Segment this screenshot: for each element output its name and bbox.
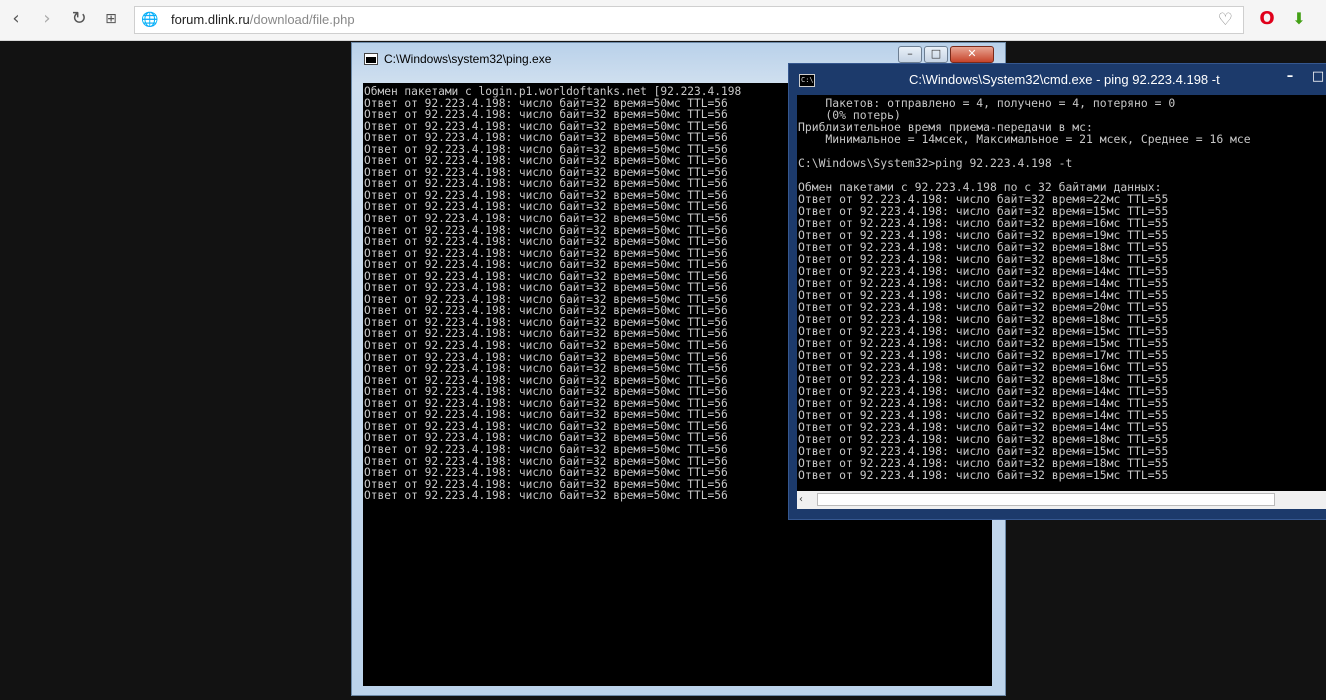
cmd-icon: C:\ bbox=[799, 74, 815, 87]
cmd-output-line: Ответ от 92.223.4.198: число байт=32 вре… bbox=[798, 467, 1169, 482]
reload-icon[interactable]: ↻ bbox=[68, 8, 90, 30]
forward-arrow-icon[interactable]: › bbox=[36, 8, 58, 30]
scrollbar-thumb[interactable] bbox=[817, 493, 1275, 506]
ping-console-output: Обмен пакетами с login.p1.worldoftanks.n… bbox=[364, 86, 741, 502]
cmd-window[interactable]: C:\ C:\Windows\System32\cmd.exe - ping 9… bbox=[788, 63, 1326, 520]
browser-toolbar: ‹ › ↻ ⊞ 🌐 forum.dlink.ru/download/file.p… bbox=[0, 0, 1326, 41]
close-button[interactable]: ✕ bbox=[950, 46, 994, 63]
minimize-button[interactable]: – bbox=[898, 46, 922, 63]
download-arrow-icon[interactable]: ⬇ bbox=[1288, 8, 1310, 30]
cmd-console[interactable]: Пакетов: отправлено = 4, получено = 4, п… bbox=[797, 95, 1326, 491]
cmd-console-output: Пакетов: отправлено = 4, получено = 4, п… bbox=[798, 97, 1251, 482]
opera-logo-icon[interactable]: O bbox=[1256, 8, 1278, 30]
horizontal-scrollbar[interactable]: ‹ bbox=[797, 491, 1326, 509]
minimize-button[interactable]: – bbox=[1279, 68, 1301, 86]
back-arrow-icon[interactable]: ‹ bbox=[5, 8, 27, 30]
url-domain: forum.dlink.ru bbox=[171, 12, 250, 27]
console-icon bbox=[364, 53, 378, 65]
heart-icon[interactable]: ♡ bbox=[1218, 10, 1233, 30]
address-bar[interactable]: 🌐 forum.dlink.ru/download/file.php ♡ bbox=[134, 6, 1244, 34]
cmd-output-line: C:\Windows\System32>ping 92.223.4.198 -t bbox=[798, 155, 1073, 170]
ping-reply-line: Ответ от 92.223.4.198: число байт=32 вре… bbox=[364, 489, 728, 503]
url-path: /download/file.php bbox=[249, 12, 355, 27]
cmd-output-line: Минимальное = 14мсек, Максимальное = 21 … bbox=[825, 131, 1251, 146]
maximize-button[interactable]: □ bbox=[924, 46, 948, 63]
cmd-window-title: C:\Windows\System32\cmd.exe - ping 92.22… bbox=[909, 72, 1220, 87]
maximize-button[interactable]: □ bbox=[1307, 68, 1326, 86]
grid-icon[interactable]: ⊞ bbox=[100, 8, 122, 30]
ping-window-title: C:\Windows\system32\ping.exe bbox=[384, 52, 552, 66]
url-text: forum.dlink.ru/download/file.php bbox=[171, 12, 355, 27]
scroll-left-icon[interactable]: ‹ bbox=[799, 494, 811, 506]
globe-icon: 🌐 bbox=[141, 12, 159, 28]
